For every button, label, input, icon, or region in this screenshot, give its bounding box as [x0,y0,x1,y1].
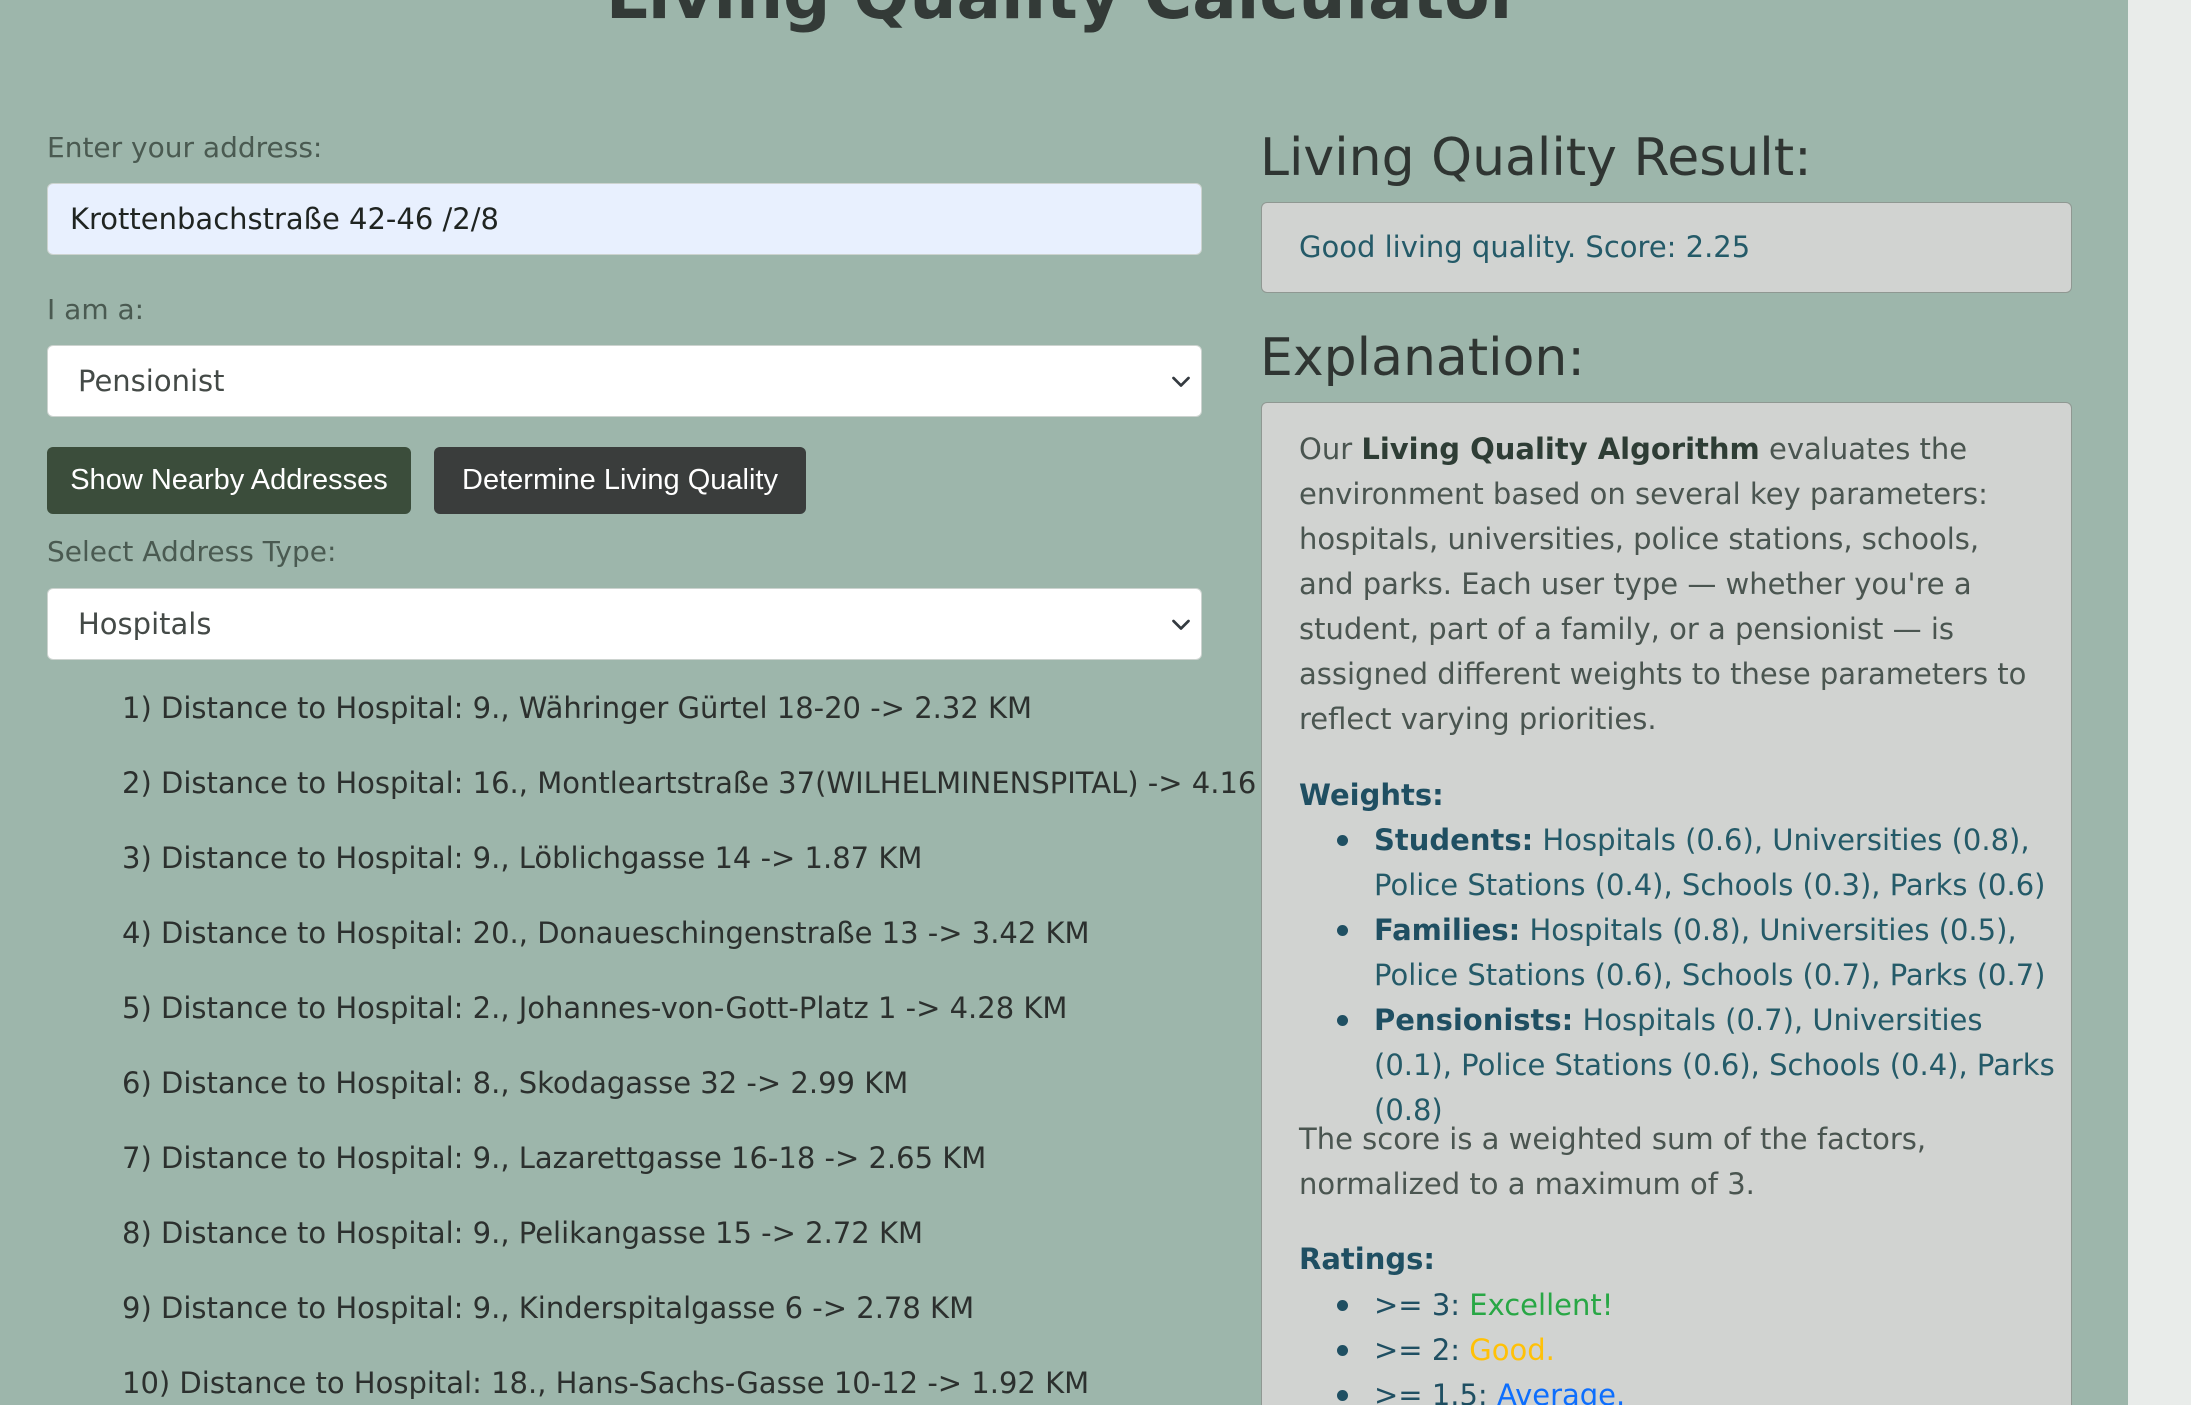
weight-item-students: Students: Hospitals (0.6), Universities … [1337,818,2057,908]
address-input[interactable] [47,183,1202,255]
intro-rest: evaluates the environment based on sever… [1299,432,2027,736]
intro-bold: Living Quality Algorithm [1361,432,1760,466]
score-explanation: The score is a weighted sum of the facto… [1299,1122,1927,1201]
weight-label: Pensionists: [1374,1003,1574,1037]
list-item: 3) Distance to Hospital: 9., Löblichgass… [122,841,923,875]
list-item: 2) Distance to Hospital: 16., Montlearts… [122,766,1310,800]
weights-heading: Weights: [1299,778,1444,812]
address-type-select-value: Hospitals [78,607,212,641]
list-item: 4) Distance to Hospital: 20., Donaueschi… [122,916,1090,950]
list-item: 1) Distance to Hospital: 9., Währinger G… [122,691,1033,725]
list-item: 10) Distance to Hospital: 18., Hans-Sach… [122,1366,1090,1400]
rating-item-average: >= 1.5: Average. [1337,1373,2057,1405]
intro-prefix: Our [1299,432,1362,466]
ratings-list: >= 3: Excellent! >= 2: Good. >= 1.5: Ave… [1337,1283,2057,1405]
ratings-heading: Ratings: [1299,1242,1435,1276]
rating-label: Average. [1496,1378,1626,1405]
result-panel: Good living quality. Score: 2.25 [1261,202,2072,293]
explanation-intro: Our Living Quality Algorithm evaluates t… [1299,427,2039,742]
role-select[interactable]: Pensionist [47,345,1202,417]
weight-label: Families: [1374,913,1521,947]
rating-label: Excellent! [1469,1288,1614,1322]
address-label: Enter your address: [47,131,323,164]
address-type-select[interactable]: Hospitals [47,588,1202,660]
role-select-value: Pensionist [78,364,225,398]
show-nearby-addresses-button[interactable]: Show Nearby Addresses [47,447,411,514]
rating-threshold: >= 2: [1374,1333,1470,1367]
weight-label: Students: [1374,823,1534,857]
rating-label: Good. [1469,1333,1555,1367]
rating-item-excellent: >= 3: Excellent! [1337,1283,2057,1328]
chevron-down-icon [1172,376,1190,387]
determine-living-quality-button[interactable]: Determine Living Quality [434,447,806,514]
list-item: 5) Distance to Hospital: 2., Johannes-vo… [122,991,1068,1025]
weight-item-pensionists: Pensionists: Hospitals (0.7), Universiti… [1337,998,2057,1133]
list-item: 9) Distance to Hospital: 9., Kinderspita… [122,1291,975,1325]
page: Living Quality Calculator Enter your add… [0,0,2128,1405]
chevron-down-icon [1172,619,1190,630]
list-item: 7) Distance to Hospital: 9., Lazarettgas… [122,1141,987,1175]
explanation-panel: Our Living Quality Algorithm evaluates t… [1261,402,2072,1405]
page-title: Living Quality Calculator [0,0,2128,36]
result-text: Good living quality. Score: 2.25 [1299,230,1751,264]
role-label: I am a: [47,293,145,326]
list-item: 8) Distance to Hospital: 9., Pelikangass… [122,1216,923,1250]
explanation-heading: Explanation: [1260,328,1585,388]
weight-item-families: Families: Hospitals (0.8), Universities … [1337,908,2057,998]
address-type-label: Select Address Type: [47,535,337,568]
weights-list: Students: Hospitals (0.6), Universities … [1337,818,2057,1133]
rating-threshold: >= 3: [1374,1288,1470,1322]
list-item: 6) Distance to Hospital: 8., Skodagasse … [122,1066,909,1100]
result-heading: Living Quality Result: [1260,128,1812,188]
rating-item-good: >= 2: Good. [1337,1328,2057,1373]
rating-threshold: >= 1.5: [1374,1378,1497,1405]
